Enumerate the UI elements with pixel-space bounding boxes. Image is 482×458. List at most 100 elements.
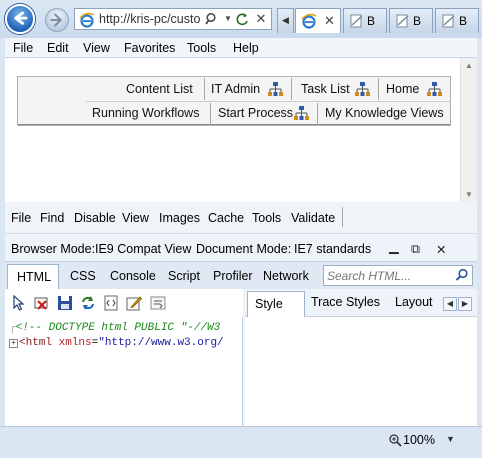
devtools-menu-cache[interactable]: Cache	[208, 211, 244, 225]
chevron-down-icon[interactable]: ▼	[221, 12, 235, 26]
edit-icon[interactable]	[126, 295, 142, 311]
refresh-icon[interactable]	[80, 295, 96, 311]
devtools-menu-validate[interactable]: Validate	[291, 211, 335, 225]
html-tree-pane[interactable]: ┌<!-- DOCTYPE html PUBLIC "-//W3 + <html …	[5, 317, 243, 426]
devtools-menu-view[interactable]: View	[122, 211, 149, 225]
chevron-left-icon[interactable]: ◀	[443, 297, 457, 311]
close-icon[interactable]: ✕	[254, 12, 268, 26]
forward-button[interactable]	[45, 8, 69, 32]
tab-scroll-left-button[interactable]: ◀	[277, 8, 294, 33]
nav-link-home[interactable]: Home	[386, 82, 419, 96]
tree-connector: ┌	[9, 322, 16, 334]
tab-layout[interactable]: Layout	[395, 295, 433, 309]
search-icon[interactable]	[455, 268, 469, 282]
browser-mode-label: Browser Mode:	[11, 242, 96, 256]
devtools-mode-bar: Browser Mode: IE9 Compat View Document M…	[5, 233, 477, 261]
developer-tools: File Find Disable View Images Cache Tool…	[5, 202, 477, 426]
save-icon[interactable]	[57, 295, 73, 311]
site-navigation: Content List IT Admin Task List Home Run…	[17, 76, 451, 126]
zoom-level[interactable]: 100%	[403, 433, 435, 447]
back-arrow-icon	[14, 11, 28, 25]
hierarchy-icon[interactable]	[267, 81, 284, 98]
tab-script[interactable]: Script	[168, 269, 200, 283]
tab-current[interactable]: ✕	[295, 8, 341, 33]
devtools-menu-disable[interactable]: Disable	[74, 211, 116, 225]
broken-page-icon	[442, 14, 455, 28]
menu-file[interactable]: File	[13, 41, 33, 55]
zoom-icon[interactable]	[388, 433, 402, 447]
tab-css[interactable]: CSS	[70, 269, 96, 283]
hierarchy-icon[interactable]	[293, 105, 310, 122]
scroll-down-icon[interactable]: ▼	[465, 190, 473, 199]
devtools-tab-bar: HTML CSS Console Script Profiler Network	[5, 261, 477, 291]
address-url[interactable]: http://kris-pc/custo	[99, 12, 203, 26]
element-source-icon[interactable]	[103, 295, 119, 311]
tab-trace-styles[interactable]: Trace Styles	[311, 295, 380, 309]
scroll-up-icon[interactable]: ▲	[465, 61, 473, 70]
expand-icon[interactable]: +	[9, 339, 18, 348]
chevron-down-icon[interactable]: ▼	[446, 434, 455, 444]
nav-link-my-knowledge-views[interactable]: My Knowledge Views	[325, 106, 444, 120]
separator	[204, 78, 205, 100]
minimize-icon[interactable]: ▁	[389, 239, 399, 254]
tree-node-doctype[interactable]: ┌<!-- DOCTYPE html PUBLIC "-//W3	[9, 322, 220, 334]
tab-console[interactable]: Console	[110, 269, 156, 283]
menu-favorites[interactable]: Favorites	[124, 41, 175, 55]
nav-link-running-workflows[interactable]: Running Workflows	[92, 106, 199, 120]
nav-link-start-process[interactable]: Start Process	[218, 106, 293, 120]
document-mode-value[interactable]: IE7 standards	[294, 242, 371, 256]
nav-link-content-list[interactable]: Content List	[126, 82, 193, 96]
word-wrap-icon[interactable]	[150, 295, 166, 311]
devtools-menu-images[interactable]: Images	[159, 211, 200, 225]
nav-link-it-admin[interactable]: IT Admin	[211, 82, 260, 96]
menu-edit[interactable]: Edit	[47, 41, 69, 55]
tab-2[interactable]: B	[343, 8, 387, 33]
address-bar[interactable]: http://kris-pc/custo ▼ ✕	[74, 8, 272, 30]
separator	[342, 207, 343, 227]
devtools-menu-file[interactable]: File	[11, 211, 31, 225]
broken-page-icon	[350, 14, 363, 28]
tab-html[interactable]: HTML	[7, 264, 59, 291]
row-divider	[86, 101, 451, 102]
devtools-menu-find[interactable]: Find	[40, 211, 64, 225]
clear-outlines-icon[interactable]	[34, 295, 50, 311]
devtools-menu-tools[interactable]: Tools	[252, 211, 281, 225]
tab-close-icon[interactable]: ✕	[324, 13, 335, 29]
nav-link-task-list[interactable]: Task List	[301, 82, 350, 96]
close-icon[interactable]: ✕	[436, 242, 446, 257]
html-attr-name: xmlns	[52, 337, 92, 349]
tab-profiler[interactable]: Profiler	[213, 269, 253, 283]
menu-help[interactable]: Help	[233, 41, 259, 55]
hierarchy-icon[interactable]	[426, 81, 443, 98]
page-scrollbar[interactable]: ▲ ▼	[460, 58, 477, 202]
tree-node-html[interactable]: + <html xmlns="http://www.w3.org/	[9, 337, 224, 349]
tab-label: B	[413, 14, 422, 28]
search-html-input[interactable]	[327, 268, 451, 283]
status-bar: 100% ▼	[0, 426, 482, 458]
page-viewport: Content List IT Admin Task List Home Run…	[5, 58, 477, 202]
tab-style[interactable]: Style	[247, 291, 305, 317]
search-html-box	[323, 265, 473, 286]
tab-4[interactable]: B	[435, 8, 479, 33]
browser-mode-value[interactable]: IE9 Compat View	[95, 242, 191, 256]
html-toolbar	[5, 289, 243, 317]
menu-view[interactable]: View	[83, 41, 110, 55]
separator	[291, 78, 292, 100]
menu-tools[interactable]: Tools	[187, 41, 216, 55]
select-element-icon[interactable]	[11, 295, 27, 311]
chevron-right-icon[interactable]: ▶	[458, 297, 472, 311]
restore-icon[interactable]: ⧉	[411, 242, 420, 257]
refresh-icon[interactable]	[235, 12, 249, 26]
search-icon[interactable]	[205, 12, 219, 26]
separator	[210, 103, 211, 125]
style-pane-tabs: Style Trace Styles Layout ◀ ▶	[245, 289, 477, 317]
browser-window: http://kris-pc/custo ▼ ✕ ◀ ✕ B B B File …	[0, 0, 482, 458]
tab-3[interactable]: B	[389, 8, 433, 33]
hierarchy-icon[interactable]	[354, 81, 371, 98]
style-pane: Style Trace Styles Layout ◀ ▶	[245, 289, 477, 426]
tab-network[interactable]: Network	[263, 269, 309, 283]
forward-arrow-icon	[50, 13, 62, 27]
devtools-menu-bar: File Find Disable View Images Cache Tool…	[5, 202, 477, 233]
back-button[interactable]	[5, 4, 35, 34]
separator	[378, 78, 379, 100]
